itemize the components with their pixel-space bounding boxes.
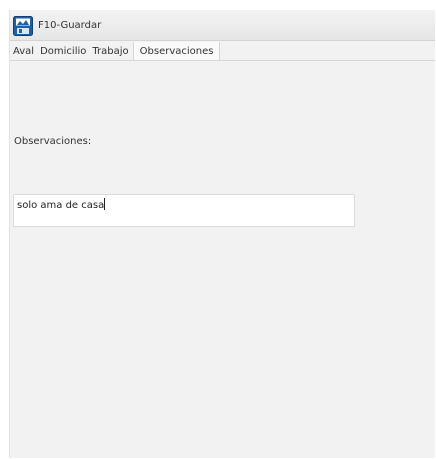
form-window: F10-Guardar Aval Domicilio Trabajo Obser… [9, 10, 435, 458]
toolbar: F10-Guardar [10, 10, 435, 41]
tab-bar: Aval Domicilio Trabajo Observaciones [10, 42, 435, 61]
observaciones-field[interactable]: solo ama de casa [13, 194, 355, 227]
tab-observaciones[interactable]: Observaciones [132, 42, 221, 60]
save-button[interactable]: F10-Guardar [13, 14, 101, 37]
tab-domicilio[interactable]: Domicilio [37, 42, 89, 60]
save-floppy-icon [13, 15, 33, 36]
save-button-label: F10-Guardar [38, 20, 102, 31]
tab-aval[interactable]: Aval [10, 42, 37, 60]
observaciones-value: solo ama de casa [17, 200, 105, 211]
tab-trabajo[interactable]: Trabajo [89, 42, 131, 60]
text-caret [104, 198, 106, 210]
observaciones-panel: Observaciones: solo ama de casa [10, 62, 435, 458]
observaciones-label: Observaciones: [14, 136, 92, 147]
